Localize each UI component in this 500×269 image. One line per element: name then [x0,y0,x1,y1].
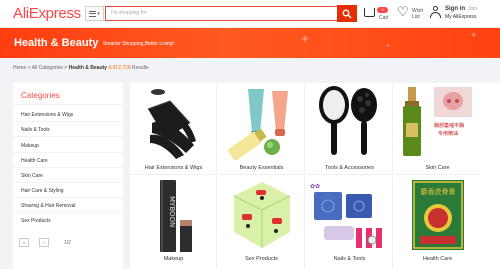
tile-label: Beauty Essentials [239,165,284,171]
user-icon [430,6,441,18]
account-menu[interactable]: Sign in Join My AliExpress [430,5,500,25]
page-title: Health & Beauty [14,37,99,49]
tile-beauty-essentials[interactable]: Beauty Essentials [218,83,305,175]
heart-icon: ♡ [397,4,409,19]
tile-makeup[interactable]: MYBOON Makeup [130,176,217,268]
tile-label: Nails & Tools [333,256,366,262]
sidebar-item-health-care[interactable]: Health Care [21,158,121,164]
sidebar-item-sex-products[interactable]: Sex Products [21,218,121,224]
sidebar-item-shaving-hair-removal[interactable]: Shaving & Hair Removal [21,203,121,209]
beauty-essentials-image [228,89,288,161]
categories-menu-button[interactable]: ▾ [85,6,104,21]
sparkle-icon: ✦ [385,43,391,50]
pager-up-button[interactable]: ^ [39,238,49,247]
tile-label: Tools & Accessories [325,165,374,171]
sidebar-item-makeup[interactable]: Makeup [21,143,121,149]
sparkle-icon: ✦ [470,30,478,40]
sidebar-pager: v ^ 1/2 [19,238,89,248]
tile-label: Hair Extensions & Wigs [144,165,203,171]
svg-text:胸部萎缩平胸: 胸部萎缩平胸 [434,122,464,129]
subcategory-grid: Hair Extensions & Wigs Beauty Essentials… [130,83,500,269]
sidebar-item-hair-extensions-wigs[interactable]: Hair Extensions & Wigs [21,112,121,118]
sparkle-icon: ✦ [300,32,311,46]
svg-text:专用精油: 专用精油 [438,130,458,137]
page-indicator: 1/2 [64,240,71,246]
cart-link[interactable]: 0 Cart [364,6,394,24]
skin-care-image: 胸部萎缩平胸 专用精油 [403,87,472,156]
sidebar-item-nails-tools[interactable]: Nails & Tools [21,127,121,133]
menu-icon [89,10,97,17]
search-icon [342,9,352,18]
breadcrumb: Home > All Categories > Health & Beauty … [13,65,149,71]
hair-extensions-image [147,89,196,159]
banner-slogan: Smarter Shopping,Better Living! [103,41,174,47]
cart-icon [364,8,375,17]
tile-health-care[interactable]: 麝香虎骨膏 Health Care [394,176,481,268]
cart-count-badge: 0 [377,7,388,13]
tile-hair-extensions-wigs[interactable]: Hair Extensions & Wigs [130,83,217,175]
category-banner: Health & Beauty Smarter Shopping,Better … [0,28,500,58]
search-button[interactable] [337,5,357,22]
cart-label: Cart [379,15,389,21]
wish-list-label: Wish List [412,8,423,20]
svg-text:MYBOON: MYBOON [168,196,176,227]
top-header: AliExpress ▾ I'm shopping for 0 Cart ♡ W… [0,0,500,28]
tile-label: Makeup [163,256,184,262]
tile-label: Sex Products [245,256,278,262]
sidebar-title: Categories [21,91,60,100]
sign-in-link[interactable]: Sign in [445,6,465,12]
health-care-image: 麝香虎骨膏 [412,180,464,250]
tile-label: Skin Care [425,165,450,171]
my-aliexpress-link[interactable]: My AliExpress [445,14,476,20]
join-link[interactable]: Join [468,6,477,12]
tile-sex-products[interactable]: Sex Products [218,176,305,268]
search-input[interactable]: I'm shopping for [105,6,338,21]
wish-label-line2: List [412,14,420,20]
result-count: 4,912,726 [108,65,131,71]
tile-tools-accessories[interactable]: Tools & Accessories [306,83,393,175]
wish-list-link[interactable]: ♡ Wish List [397,4,427,25]
makeup-stick-image: MYBOON [160,180,192,252]
svg-text:✿✿: ✿✿ [310,183,320,190]
sidebar-item-skin-care[interactable]: Skin Care [21,173,121,179]
tile-nails-tools[interactable]: ✿✿ Nails & Tools [306,176,393,268]
dice-image [233,182,291,248]
results-label: Results [130,65,149,71]
breadcrumb-current: Health & Beauty [68,65,107,71]
mirror-image [319,86,377,155]
aliexpress-logo[interactable]: AliExpress [13,5,81,22]
svg-text:麝香虎骨膏: 麝香虎骨膏 [421,187,456,196]
nail-stamping-image: ✿✿ [310,183,382,248]
tile-skin-care[interactable]: 胸部萎缩平胸 专用精油 Skin Care [394,83,481,175]
tile-label: Health Care [422,256,453,262]
breadcrumb-all-categories[interactable]: All Categories [32,65,63,71]
chevron-down-icon: ▾ [97,10,100,17]
pager-down-button[interactable]: v [19,238,29,247]
breadcrumb-home[interactable]: Home [13,65,26,71]
sidebar-item-hair-care-styling[interactable]: Hair Care & Styling [21,188,121,194]
